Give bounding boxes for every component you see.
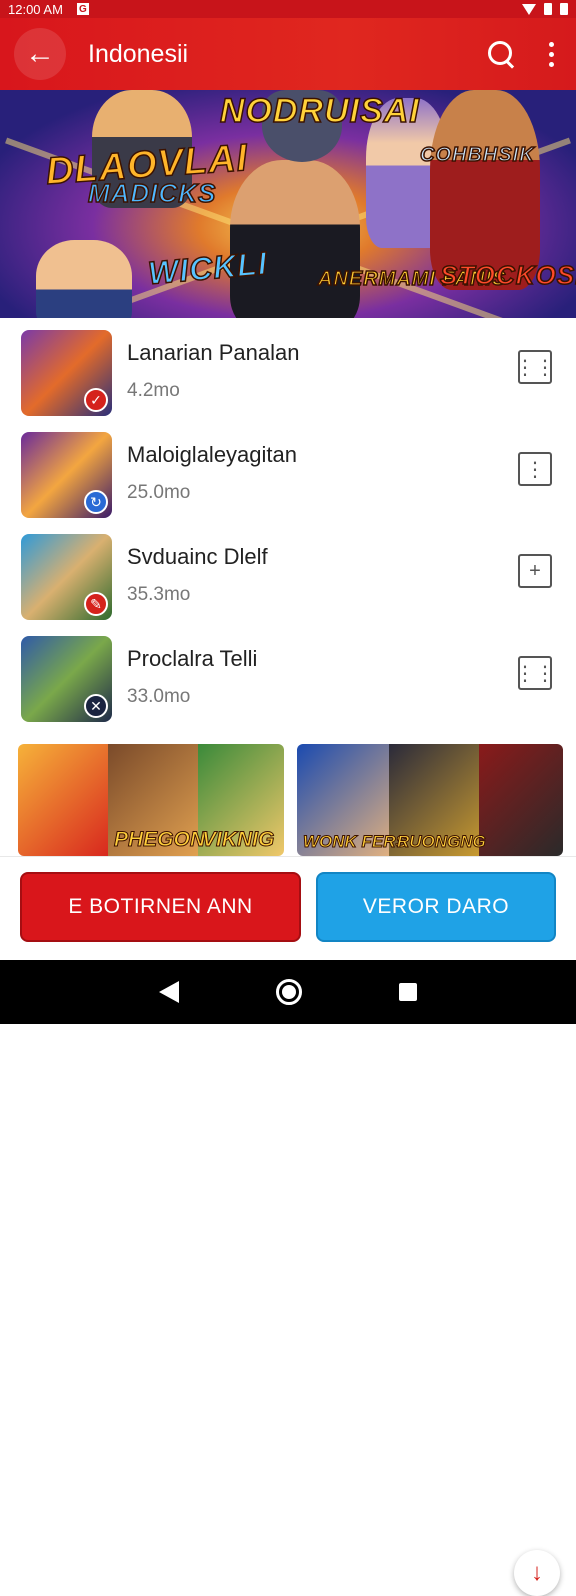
tool-icon: ✎ — [84, 592, 108, 616]
nav-back-icon[interactable] — [158, 981, 179, 1003]
arrow-down-icon: ↓ — [531, 1559, 543, 1586]
system-nav-bar — [0, 960, 576, 1024]
download-icon[interactable]: ⋮⋮ — [515, 350, 555, 384]
banner-title: NODRUISAI — [219, 91, 420, 131]
status-bar: 12:00 AM G — [0, 0, 576, 18]
game-thumbnail: ✎ — [21, 534, 112, 620]
item-name: Lanarian Panalan — [127, 340, 300, 365]
nav-home-icon[interactable] — [275, 979, 302, 1005]
item-size: 35.3mo — [127, 584, 191, 605]
list-item[interactable]: ✎ Svduainc Dlelf 35.3mo + — [0, 522, 576, 624]
gallery-caption: WONK FERS — [303, 832, 408, 852]
banner-sto: STOCKOSN — [439, 259, 576, 291]
check-icon: ✓ — [84, 388, 108, 412]
list-item[interactable]: ✓ Lanarian Panalan 4.2mo ⋮⋮ — [0, 318, 576, 420]
action-bar: E BOTIRNEN ANN VEROR DARO — [0, 856, 576, 960]
gallery-caption: VIKNIG — [201, 828, 275, 852]
banner-left-sub: MADICKS — [87, 177, 217, 209]
banner-right-title: COHBHSIK — [419, 143, 535, 167]
page-title: Indonesii — [88, 39, 189, 68]
item-size: 25.0mo — [127, 482, 191, 503]
item-name: Maloiglaleyagitan — [127, 442, 297, 467]
status-time: 12:00 AM — [8, 1, 63, 17]
download-icon[interactable]: + — [518, 554, 552, 588]
item-name: Proclalra Telli — [127, 646, 258, 671]
app-bar-actions — [487, 40, 562, 68]
character-left-bottom — [36, 240, 132, 318]
secondary-button[interactable]: VEROR DARO — [316, 872, 556, 942]
list-item[interactable]: ↻ Maloiglaleyagitan 25.0mo ⋮ — [0, 420, 576, 522]
notification-icon: G — [76, 3, 89, 15]
game-thumbnail: ✓ — [21, 330, 112, 416]
gallery-caption: RUONGNG — [397, 832, 487, 852]
item-size: 4.2mo — [127, 380, 180, 401]
search-icon[interactable] — [487, 40, 515, 68]
item-size: 33.0mo — [127, 686, 191, 707]
signal-icon — [560, 3, 568, 15]
back-button[interactable]: ← — [14, 28, 66, 80]
download-icon[interactable]: ⋮⋮ — [515, 656, 555, 690]
arrow-left-icon: ← — [25, 37, 55, 70]
status-icons — [522, 3, 568, 15]
more-vert-icon[interactable] — [549, 41, 554, 67]
primary-button[interactable]: E BOTIRNEN ANN — [20, 872, 301, 942]
hero-banner[interactable]: NODRUISAI DLAOVLAI MADICKS COHBHSIK WICK… — [0, 90, 576, 318]
wifi-icon — [522, 3, 536, 15]
gallery-tile[interactable]: WONK FERS RUONGNG — [297, 744, 563, 856]
game-thumbnail: ✕ — [21, 636, 112, 722]
game-gallery: PHEGON VIKNIG WONK FERS RUONGNG ↓ — [0, 744, 576, 1596]
game-thumbnail: ↻ — [21, 432, 112, 518]
item-name: Svduainc Dlelf — [127, 544, 268, 569]
character-center — [230, 160, 360, 318]
cross-icon: ✕ — [84, 694, 108, 718]
gallery-tile[interactable]: PHEGON VIKNIG — [18, 744, 284, 856]
download-icon[interactable]: ⋮ — [518, 452, 552, 486]
download-fab[interactable]: ↓ — [514, 1550, 560, 1596]
list-item[interactable]: ✕ Proclalra Telli 33.0mo ⋮⋮ — [0, 624, 576, 726]
app-bar: ← Indonesii — [0, 18, 576, 90]
battery-icon — [544, 3, 552, 15]
refresh-icon: ↻ — [84, 490, 108, 514]
gallery-caption: PHEGON — [113, 828, 206, 852]
nav-recents-icon[interactable] — [399, 983, 418, 1001]
